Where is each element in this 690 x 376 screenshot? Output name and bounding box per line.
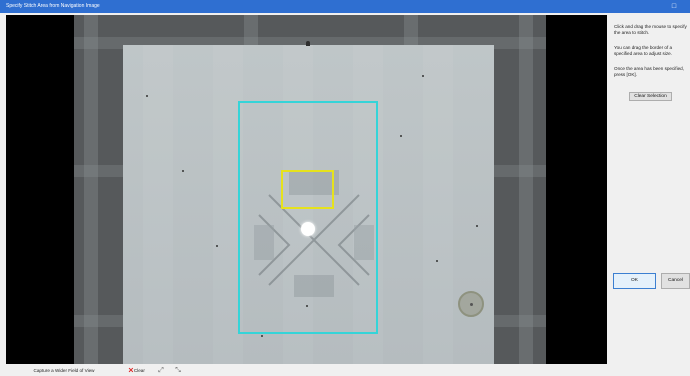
window-title: Specify Stitch Area from Navigation Imag… (6, 3, 100, 9)
current-field-of-view[interactable] (281, 170, 334, 209)
clear-button[interactable]: ✕Clear (128, 365, 150, 376)
clear-selection-button[interactable]: Clear Selection (629, 92, 672, 101)
fiducial-mark (458, 291, 484, 317)
close-icon[interactable]: □ (658, 0, 690, 13)
wafer-notch (306, 41, 310, 46)
cancel-button[interactable]: Cancel (661, 273, 690, 289)
capture-wider-view-button[interactable]: Capture a Wider Field of View (6, 365, 122, 376)
instruction-resize: You can drag the border of a specified a… (614, 45, 673, 56)
shrink-tool-icon[interactable]: ⤡ (172, 365, 184, 376)
instruction-panel: Click and drag the mouse to specify the … (610, 15, 690, 364)
stitch-area-selection[interactable] (238, 101, 378, 334)
navigation-image-viewer[interactable] (6, 15, 607, 364)
instruction-confirm: Once the area has been specified, press … (614, 66, 684, 77)
stitch-area-dialog: Specify Stitch Area from Navigation Imag… (0, 0, 690, 376)
bottom-toolbar: Capture a Wider Field of View ✕Clear ⤢ ⤡ (0, 364, 690, 376)
instruction-select: Click and drag the mouse to specify the … (614, 24, 687, 35)
expand-tool-icon[interactable]: ⤢ (155, 365, 167, 376)
title-bar: Specify Stitch Area from Navigation Imag… (0, 0, 690, 13)
ok-button[interactable]: OK (613, 273, 656, 289)
clear-label: Clear (133, 368, 145, 373)
